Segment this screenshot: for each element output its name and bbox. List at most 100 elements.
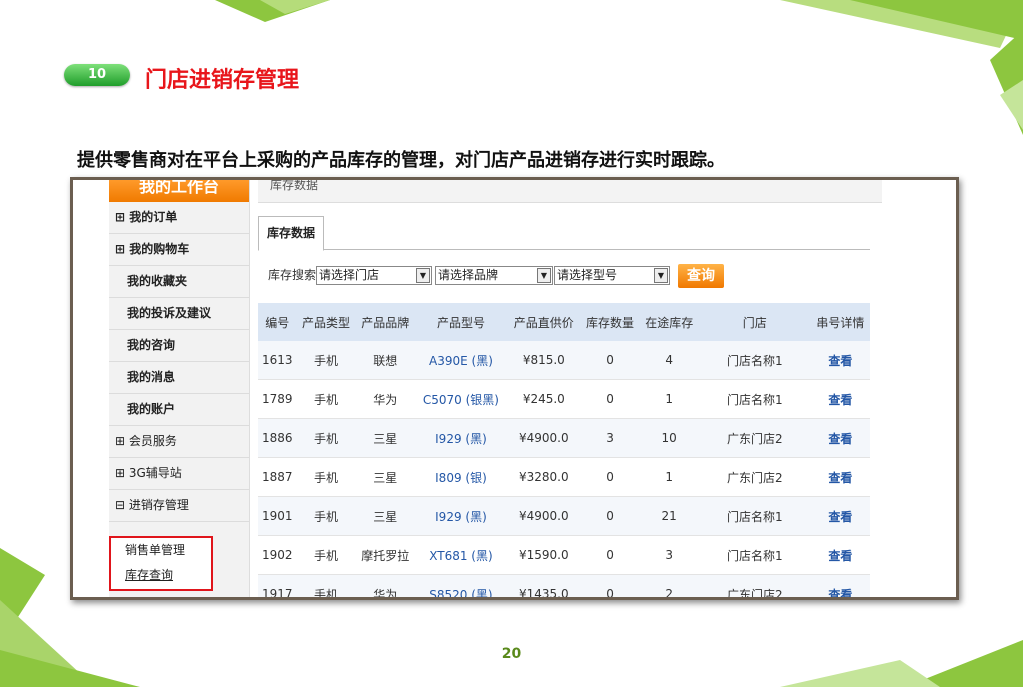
table-row: 1613 手机 联想 A390E (黑) ¥815.0 0 4 门店名称1 查看 [258,341,870,380]
col-type: 产品类型 [296,303,356,341]
table-cell: 0 [580,535,640,575]
col-brand: 产品品牌 [355,303,415,341]
table-header-row: 编号 产品类型 产品品牌 产品型号 产品直供价 库存数量 在途库存 门店 串号详… [258,303,870,341]
table-cell: ¥4900.0 [507,418,581,458]
table-cell: 0 [580,457,640,497]
model-select[interactable]: 请选择型号 ▼ [554,266,670,285]
product-model-link[interactable]: I929 (黑) [414,418,508,458]
table-row: 1887 手机 三星 I809 (银) ¥3280.0 0 1 广东门店2 查看 [258,457,870,497]
table-cell: 21 [639,496,699,536]
product-model-link[interactable]: C5070 (银黑) [414,379,508,419]
table-cell: 1789 [258,379,297,419]
table-cell: 0 [580,496,640,536]
tab-bar: 库存数据 [258,216,870,251]
app-screenshot: 我的工作台 ⊞ 我的订单 ⊞ 我的购物车 我的收藏夹 我的投诉及建议 我的咨询 … [70,177,959,600]
table-cell: 1917 [258,574,297,597]
sidebar-item-member-services[interactable]: ⊞ 会员服务 [109,426,249,458]
product-model-link[interactable]: XT681 (黑) [414,535,508,575]
table-cell: 门店名称1 [698,379,811,419]
table-cell: 手机 [296,535,356,575]
sidebar-item-favorites[interactable]: 我的收藏夹 [109,266,249,298]
table-cell: 2 [639,574,699,597]
main-panel: 库存数据 库存数据 库存搜索： 请选择门店 ▼ 请选择品牌 ▼ 请选择型号 ▼ … [258,180,882,597]
table-cell: 0 [580,341,640,380]
table-cell: 摩托罗拉 [355,535,415,575]
tab-stock-data[interactable]: 库存数据 [258,216,324,251]
col-store: 门店 [698,303,811,341]
table-cell: 1613 [258,341,297,380]
store-select-value: 请选择门店 [319,268,380,282]
table-cell: ¥1590.0 [507,535,581,575]
table-cell: 三星 [355,457,415,497]
table-cell: 门店名称1 [698,535,811,575]
stock-table: 编号 产品类型 产品品牌 产品型号 产品直供价 库存数量 在途库存 门店 串号详… [258,303,870,597]
table-cell: 华为 [355,379,415,419]
sidebar-item-account[interactable]: 我的账户 [109,394,249,426]
sidebar-item-orders[interactable]: ⊞ 我的订单 [109,202,249,234]
table-cell: 联想 [355,341,415,380]
product-model-link[interactable]: S8520 (黑) [414,574,508,597]
sidebar-subitem-sales-orders[interactable]: 销售单管理 [111,538,211,563]
table-cell: 1 [639,457,699,497]
page-number: 20 [501,646,522,662]
sidebar-item-inventory[interactable]: ⊟ 进销存管理 [109,490,249,522]
col-price: 产品直供价 [507,303,581,341]
sidebar-item-cart[interactable]: ⊞ 我的购物车 [109,234,249,266]
table-row: 1789 手机 华为 C5070 (银黑) ¥245.0 0 1 门店名称1 查看 [258,379,870,419]
table-cell: 1902 [258,535,297,575]
sidebar-header: 我的工作台 [109,180,249,202]
table-cell: ¥815.0 [507,341,581,380]
model-select-value: 请选择型号 [557,268,618,282]
table-cell: ¥1435.0 [507,574,581,597]
table-cell: 手机 [296,341,356,380]
table-cell: 1901 [258,496,297,536]
table-cell: 3 [580,418,640,458]
table-cell: 门店名称1 [698,341,811,380]
sidebar: 我的工作台 ⊞ 我的订单 ⊞ 我的购物车 我的收藏夹 我的投诉及建议 我的咨询 … [109,180,250,597]
view-serial-link[interactable]: 查看 [810,341,870,380]
table-row: 1901 手机 三星 I929 (黑) ¥4900.0 0 21 门店名称1 查看 [258,496,870,536]
table-cell: 0 [580,379,640,419]
table-cell: 广东门店2 [698,418,811,458]
store-select[interactable]: 请选择门店 ▼ [316,266,432,285]
query-button[interactable]: 查询 [678,264,724,288]
table-cell: 华为 [355,574,415,597]
view-serial-link[interactable]: 查看 [810,574,870,597]
chevron-down-icon: ▼ [654,268,668,283]
col-transit: 在途库存 [639,303,699,341]
table-cell: 4 [639,341,699,380]
table-cell: 手机 [296,457,356,497]
table-cell: ¥4900.0 [507,496,581,536]
view-serial-link[interactable]: 查看 [810,496,870,536]
view-serial-link[interactable]: 查看 [810,535,870,575]
table-cell: 0 [580,574,640,597]
view-serial-link[interactable]: 查看 [810,379,870,419]
sidebar-item-complaints[interactable]: 我的投诉及建议 [109,298,249,330]
table-cell: 手机 [296,496,356,536]
sidebar-item-consult[interactable]: 我的咨询 [109,330,249,362]
col-model: 产品型号 [414,303,508,341]
sidebar-subitem-stock-query[interactable]: 库存查询 [111,563,211,588]
table-cell: 手机 [296,379,356,419]
sidebar-item-3g-guide[interactable]: ⊞ 3G辅导站 [109,458,249,490]
col-id: 编号 [258,303,297,341]
view-serial-link[interactable]: 查看 [810,457,870,497]
table-cell: 1 [639,379,699,419]
col-serial: 串号详情 [810,303,870,341]
highlight-box: 销售单管理 库存查询 [109,536,213,591]
table-cell: ¥3280.0 [507,457,581,497]
table-cell: 1887 [258,457,297,497]
product-model-link[interactable]: A390E (黑) [414,341,508,380]
table-cell: 广东门店2 [698,574,811,597]
table-row: 1902 手机 摩托罗拉 XT681 (黑) ¥1590.0 0 3 门店名称1 查看 [258,535,870,575]
product-model-link[interactable]: I929 (黑) [414,496,508,536]
view-serial-link[interactable]: 查看 [810,418,870,458]
product-model-link[interactable]: I809 (银) [414,457,508,497]
slide-subtitle: 提供零售商对在平台上采购的产品库存的管理，对门店产品进销存进行实时跟踪。 [77,150,725,171]
col-stock: 库存数量 [580,303,640,341]
table-cell: 三星 [355,418,415,458]
table-cell: 1886 [258,418,297,458]
sidebar-item-messages[interactable]: 我的消息 [109,362,249,394]
brand-select[interactable]: 请选择品牌 ▼ [435,266,553,285]
chevron-down-icon: ▼ [416,268,430,283]
